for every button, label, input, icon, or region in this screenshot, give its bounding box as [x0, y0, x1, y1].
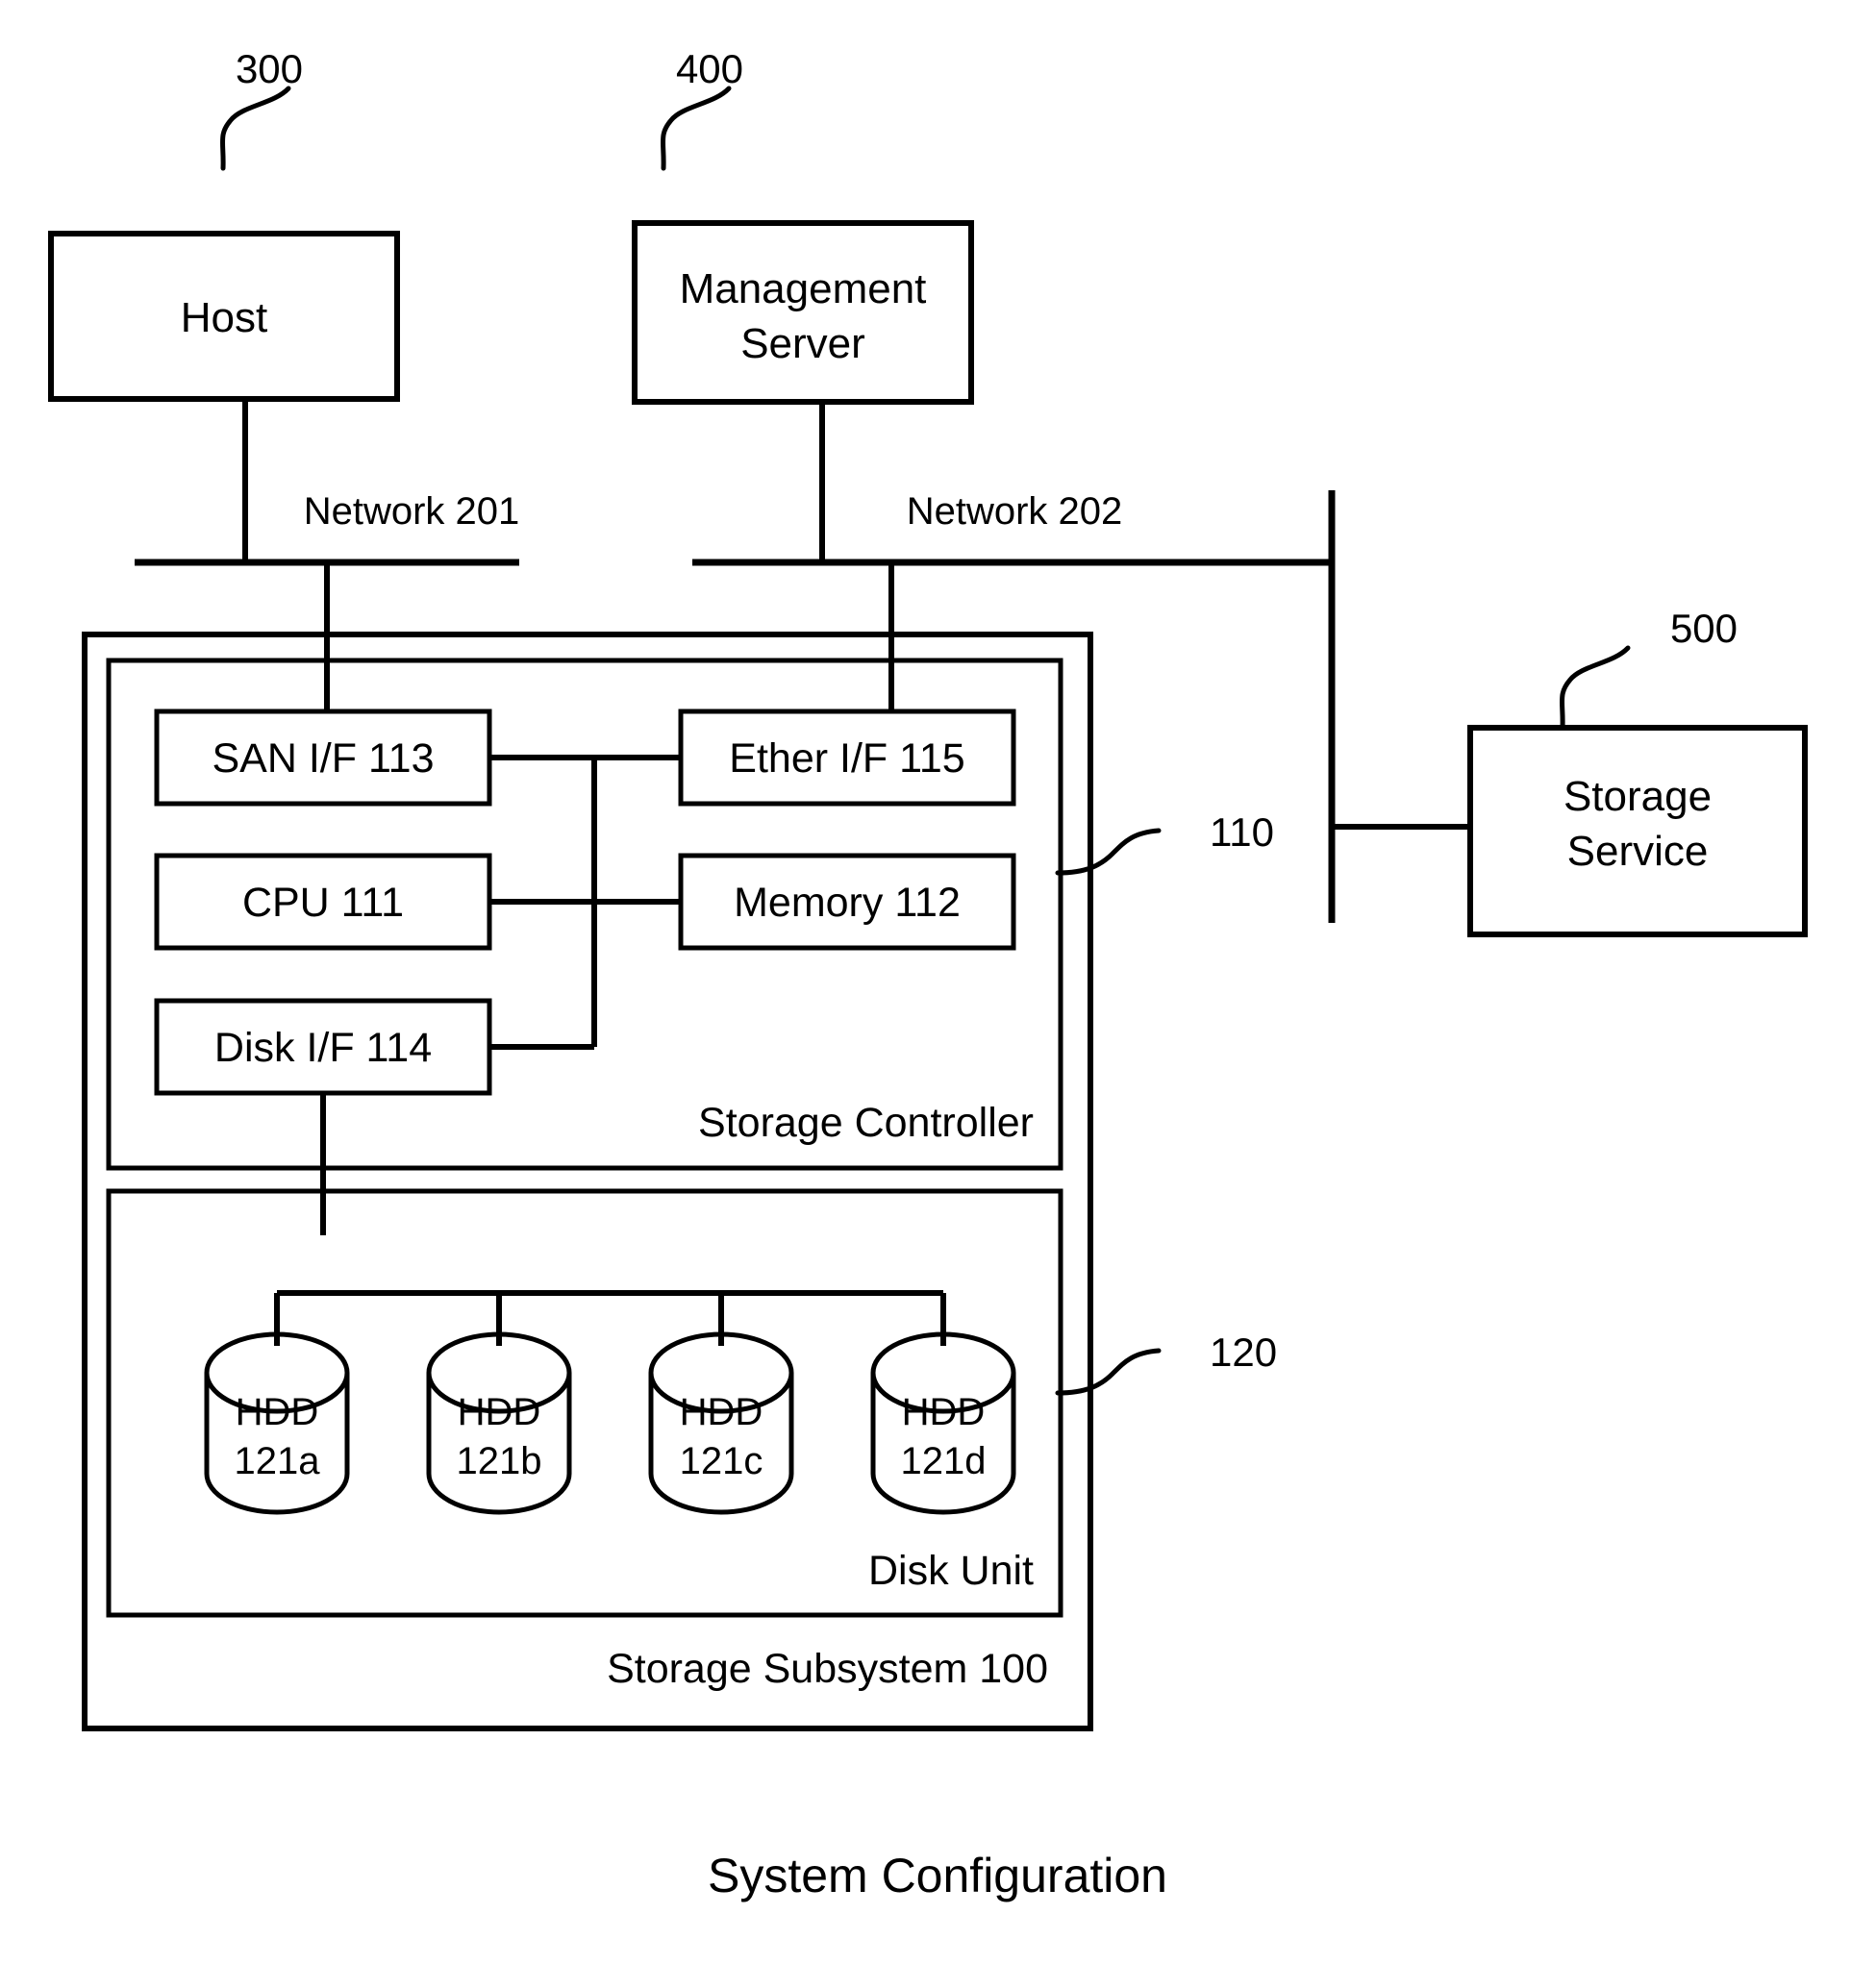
leader-line-110 [1055, 828, 1162, 876]
hdd-121d-label-line1: HDD [902, 1391, 986, 1433]
hdd-121a-label-line1: HDD [236, 1391, 319, 1433]
cpu-label: CPU 111 [242, 880, 404, 926]
disk-if-label: Disk I/F 114 [214, 1025, 432, 1071]
ref-label-500: 500 [1670, 606, 1738, 651]
memory-label: Memory 112 [734, 880, 961, 926]
ref-label-110: 110 [1210, 809, 1274, 855]
ref-label-400: 400 [676, 46, 743, 91]
hdd-121a-label-line2: 121a [235, 1440, 321, 1482]
hdd-121b: HDD 121b [426, 1331, 572, 1515]
figure-canvas: 300 400 500 110 120 Host Management Serv… [0, 0, 1876, 1964]
system-configuration-diagram: 300 400 500 110 120 Host Management Serv… [48, 46, 1808, 1902]
storage-subsystem-label: Storage Subsystem 100 [607, 1646, 1048, 1692]
management-server-label-line2: Server [740, 320, 865, 367]
ref-label-300: 300 [236, 46, 303, 91]
network-202-label: Network 202 [907, 490, 1123, 533]
leader-line-120 [1055, 1348, 1162, 1396]
ether-if-label: Ether I/F 115 [729, 735, 964, 782]
disk-unit-label: Disk Unit [868, 1548, 1034, 1594]
storage-controller-label: Storage Controller [698, 1100, 1034, 1146]
management-server-label-line1: Management [680, 265, 927, 312]
hdd-121c-label-line2: 121c [680, 1440, 763, 1482]
hdd-121c: HDD 121c [648, 1331, 794, 1515]
san-if-label: SAN I/F 113 [212, 735, 434, 782]
hdd-121b-label-line2: 121b [457, 1440, 542, 1482]
host-label: Host [181, 294, 267, 341]
leader-line-400 [661, 86, 732, 171]
ref-label-120: 120 [1210, 1330, 1277, 1375]
management-server-box [632, 220, 974, 405]
hdd-121d-label-line2: 121d [901, 1440, 987, 1482]
hdd-121b-label-line1: HDD [458, 1391, 541, 1433]
leader-line-500 [1560, 645, 1631, 731]
hdd-121d: HDD 121d [870, 1331, 1016, 1515]
network-201-label: Network 201 [304, 490, 520, 533]
hdd-121a: HDD 121a [204, 1331, 350, 1515]
hdd-121c-label-line1: HDD [680, 1391, 763, 1433]
storage-service-label-line1: Storage [1563, 773, 1712, 820]
leader-line-300 [220, 86, 291, 171]
figure-title: System Configuration [708, 1849, 1167, 1902]
storage-service-label-line2: Service [1567, 828, 1709, 875]
